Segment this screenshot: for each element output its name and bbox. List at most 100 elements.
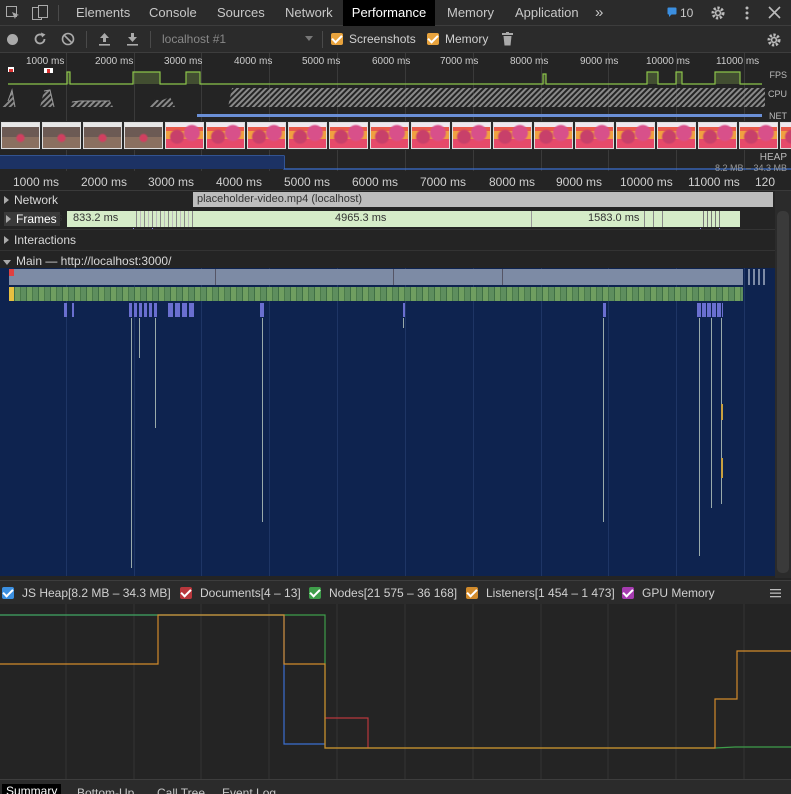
- memory-checkbox[interactable]: [427, 33, 439, 45]
- settings-gear-icon[interactable]: [710, 5, 726, 21]
- screenshots-checkbox[interactable]: [331, 33, 343, 45]
- frames-track-label[interactable]: Frames: [4, 212, 60, 226]
- network-request-bar[interactable]: placeholder-video.mp4 (localhost): [193, 192, 773, 207]
- screenshot-thumbnail[interactable]: [616, 122, 655, 149]
- task-bar[interactable]: [9, 269, 743, 285]
- ruler-tick: 9000 ms: [556, 175, 603, 189]
- reload-record-icon[interactable]: [33, 32, 47, 46]
- screenshots-filmstrip[interactable]: [0, 121, 791, 150]
- capture-settings-gear-icon[interactable]: [766, 32, 782, 48]
- js-heap-checkbox[interactable]: [2, 587, 14, 599]
- more-tabs-button[interactable]: »: [595, 0, 603, 26]
- screenshot-thumbnail[interactable]: [288, 122, 327, 149]
- frames-track[interactable]: Frames s 833.2 ms 4965.3 ms 1583.0 ms: [0, 209, 775, 231]
- ruler-tick: 1000 ms: [13, 175, 60, 189]
- tab-bottom-up[interactable]: Bottom-Up: [77, 786, 134, 794]
- tab-console[interactable]: Console: [149, 0, 197, 26]
- task-bar-small[interactable]: [748, 269, 768, 285]
- layout-event[interactable]: [64, 303, 67, 317]
- expand-triangle-icon[interactable]: [6, 215, 11, 223]
- interactions-track[interactable]: Interactions: [0, 229, 775, 250]
- tab-summary[interactable]: Summary: [2, 784, 62, 794]
- frames-dense-region: [133, 211, 195, 227]
- tab-application[interactable]: Application: [515, 0, 579, 26]
- gpu-memory-checkbox[interactable]: [622, 587, 634, 599]
- tab-performance[interactable]: Performance: [343, 0, 435, 26]
- layout-events-cluster[interactable]: [168, 303, 196, 317]
- upload-profile-icon[interactable]: [98, 32, 111, 46]
- record-icon[interactable]: [6, 33, 19, 46]
- screenshot-thumbnail[interactable]: [83, 122, 122, 149]
- screenshot-thumbnail[interactable]: [739, 122, 778, 149]
- garbage-collect-icon[interactable]: [502, 32, 513, 46]
- profile-select[interactable]: localhost #1: [162, 32, 226, 46]
- flame-scrollbar[interactable]: [775, 191, 791, 578]
- layout-event[interactable]: [603, 303, 606, 317]
- timeline-overview[interactable]: 1000 ms 2000 ms 3000 ms 4000 ms 5000 ms …: [0, 53, 791, 173]
- screenshot-thumbnail[interactable]: [124, 122, 163, 149]
- screenshot-thumbnail[interactable]: [165, 122, 204, 149]
- tab-network[interactable]: Network: [285, 0, 333, 26]
- network-track[interactable]: Network placeholder-video.mp4 (localhost…: [0, 191, 775, 209]
- screenshot-thumbnail[interactable]: [575, 122, 614, 149]
- memory-counters-graph[interactable]: [0, 604, 791, 779]
- screenshot-thumbnail[interactable]: [411, 122, 450, 149]
- main-thread-flame-chart[interactable]: [0, 268, 775, 576]
- tab-elements[interactable]: Elements: [76, 0, 130, 26]
- tab-event-log[interactable]: Event Log: [222, 786, 276, 794]
- clear-icon[interactable]: [61, 32, 75, 46]
- function-call-row[interactable]: [9, 287, 743, 301]
- flame-gridline: [744, 268, 745, 576]
- frame-duration[interactable]: 4965.3 ms: [335, 212, 386, 224]
- screenshot-thumbnail[interactable]: [42, 122, 81, 149]
- screenshot-thumbnail[interactable]: [1, 122, 40, 149]
- screenshot-thumbnail[interactable]: [247, 122, 286, 149]
- more-options-icon[interactable]: [741, 5, 753, 21]
- expand-triangle-icon[interactable]: [4, 236, 9, 244]
- download-profile-icon[interactable]: [126, 32, 139, 46]
- layout-events-cluster[interactable]: [697, 303, 723, 317]
- issues-icon[interactable]: [667, 7, 677, 17]
- close-devtools-icon[interactable]: [768, 6, 781, 19]
- frame-duration[interactable]: 1583.0 ms: [588, 212, 639, 224]
- toolbar-divider: [150, 31, 151, 48]
- inspect-element-icon[interactable]: [6, 6, 20, 20]
- listeners-checkbox[interactable]: [466, 587, 478, 599]
- layout-event[interactable]: [260, 303, 264, 317]
- layout-event[interactable]: [403, 303, 405, 317]
- screenshot-thumbnail[interactable]: [452, 122, 491, 149]
- expand-triangle-icon[interactable]: [4, 196, 9, 204]
- issues-count[interactable]: 10: [680, 0, 693, 26]
- tab-sources[interactable]: Sources: [217, 0, 265, 26]
- screenshot-thumbnail[interactable]: [493, 122, 532, 149]
- screenshot-thumbnail[interactable]: [698, 122, 737, 149]
- task-separator: [502, 269, 503, 285]
- main-thread-label[interactable]: Main — http://localhost:3000/: [3, 254, 171, 268]
- tab-memory[interactable]: Memory: [447, 0, 494, 26]
- screenshot-thumbnail[interactable]: [206, 122, 245, 149]
- screenshot-thumbnail[interactable]: [370, 122, 409, 149]
- frame-duration[interactable]: 833.2 ms: [73, 212, 118, 224]
- event-marker: [9, 287, 14, 301]
- tab-call-tree[interactable]: Call Tree: [157, 786, 205, 794]
- flame-scrollbar-thumb[interactable]: [777, 211, 789, 573]
- fps-label: FPS: [769, 70, 787, 80]
- screenshot-thumbnail[interactable]: [780, 122, 791, 149]
- documents-checkbox[interactable]: [180, 587, 192, 599]
- network-track-label[interactable]: Network: [4, 193, 58, 207]
- menu-icon[interactable]: [770, 588, 781, 598]
- call-stack-mark: [721, 404, 723, 420]
- screenshot-thumbnail[interactable]: [329, 122, 368, 149]
- collapse-triangle-icon[interactable]: [3, 260, 11, 265]
- screenshot-thumbnail[interactable]: [657, 122, 696, 149]
- layout-event[interactable]: [72, 303, 74, 317]
- interactions-track-label[interactable]: Interactions: [4, 233, 76, 247]
- flame-gridline: [201, 268, 202, 576]
- screenshot-thumbnail[interactable]: [534, 122, 573, 149]
- overview-tick: 5000 ms: [302, 56, 341, 67]
- device-toolbar-icon[interactable]: [32, 5, 48, 21]
- layout-events-cluster[interactable]: [129, 303, 159, 317]
- nodes-checkbox[interactable]: [309, 587, 321, 599]
- main-thread-track-header[interactable]: Main — http://localhost:3000/: [0, 250, 775, 268]
- call-stack-line: [711, 318, 712, 508]
